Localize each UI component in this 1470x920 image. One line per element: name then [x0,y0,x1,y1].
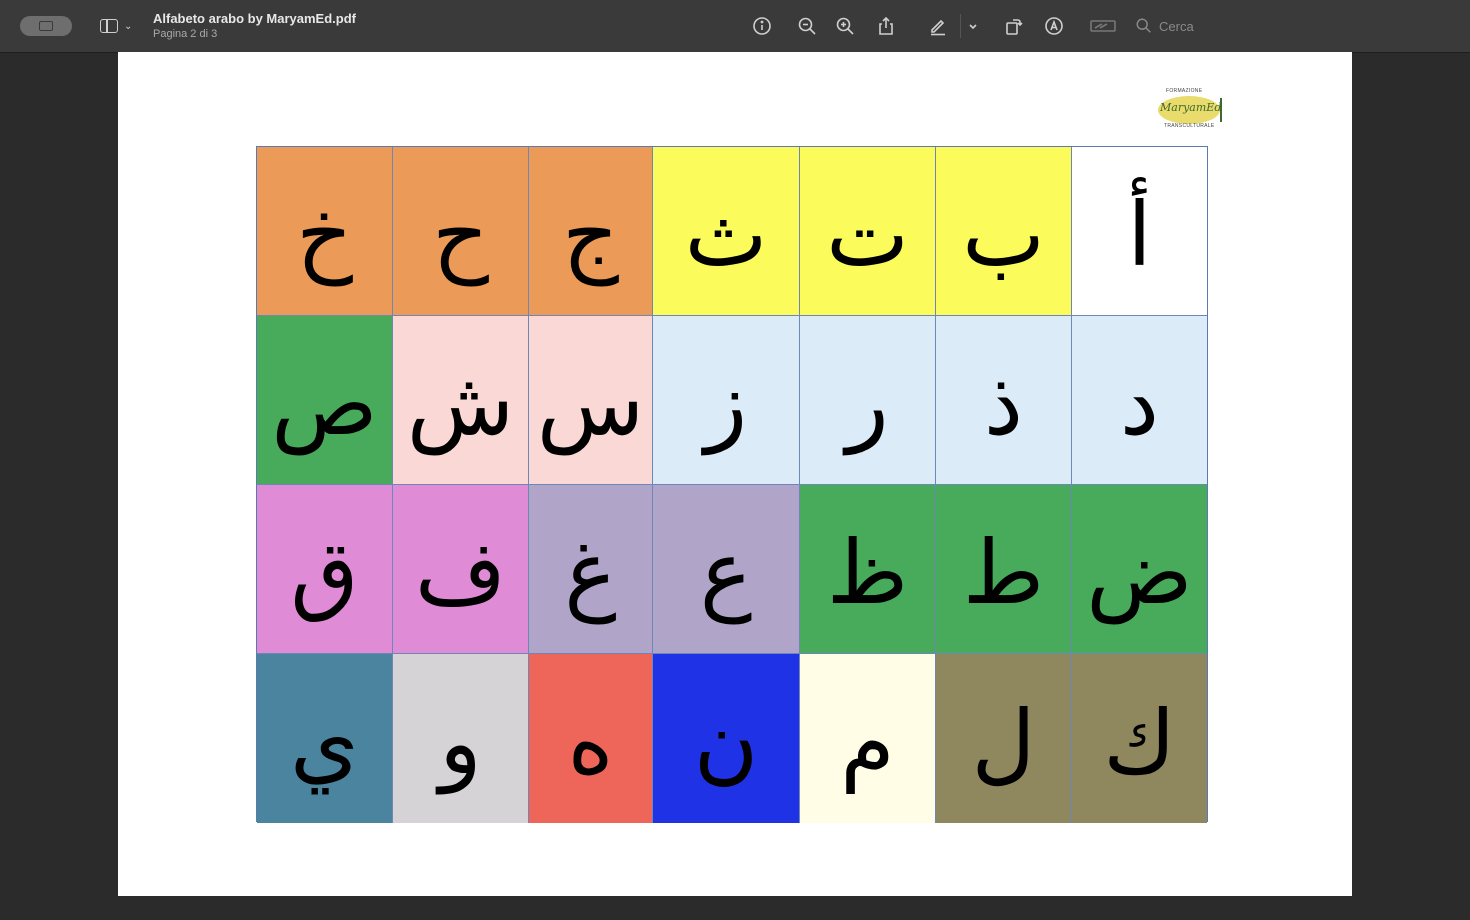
arabic-letter: ط [962,521,1045,624]
letter-cell: ظ [800,485,936,654]
maryamed-logo: FORMAZIONE MaryamEd TRANSCULTURALE [1156,86,1226,132]
letter-cell: غ [529,485,653,654]
letter-cell: ت [800,147,936,316]
letter-cell: ث [653,147,800,316]
letter-cell: ض [1072,485,1207,654]
letter-cell: ع [653,485,800,654]
arabic-letter: ه [567,690,614,794]
letter-cell: أ [1072,147,1207,316]
arabic-letter: و [439,690,482,794]
arabic-letter: ج [562,183,619,286]
letter-cell: ف [393,485,529,654]
arabic-letter: أ [1127,183,1152,286]
letter-cell: ك [1072,654,1207,823]
arabic-letter: ظ [826,521,909,624]
arabic-letter: ح [432,183,489,286]
letter-cell: ه [529,654,653,823]
letter-cell: ق [257,485,393,654]
arabic-letter: ص [271,352,378,455]
letter-cell: ب [936,147,1072,316]
arabic-letter: ث [684,183,768,286]
arabic-letter: ر [846,352,889,455]
pdf-page: FORMAZIONE MaryamEd TRANSCULTURALE خحجثت… [118,52,1352,896]
logo-brand: MaryamEd [1160,101,1222,114]
toolbar: ⌄ Alfabeto arabo by MaryamEd.pdf Pagina … [0,0,1470,53]
letter-cell: و [393,654,529,823]
info-icon[interactable] [751,15,773,37]
letter-cell: ج [529,147,653,316]
search-field[interactable]: Cerca [1135,16,1194,36]
logo-bar [1220,98,1222,122]
letter-cell: خ [257,147,393,316]
arabic-letter: ل [971,690,1036,794]
arabic-letter: ي [290,690,359,794]
arabic-letter: م [840,690,895,794]
document-title-block: Alfabeto arabo by MaryamEd.pdf Pagina 2 … [153,11,356,41]
arabic-alphabet-grid: خحجثتبأ صشسزرذد قفغعظطض يوهنملك [256,146,1208,823]
letter-cell: ح [393,147,529,316]
toolbar-divider [960,14,961,38]
letter-cell: ن [653,654,800,823]
sidebar-icon [100,19,118,33]
letter-cell: ل [936,654,1072,823]
logo-top-text: FORMAZIONE [1166,88,1203,94]
form-fill-icon[interactable] [1090,15,1116,37]
letter-cell: ط [936,485,1072,654]
document-title: Alfabeto arabo by MaryamEd.pdf [153,11,356,26]
arabic-letter: ف [414,521,507,624]
arabic-letter: ق [290,521,359,624]
search-icon [1136,18,1151,33]
zoom-out-icon[interactable] [796,15,818,37]
arabic-letter: س [536,352,645,455]
letter-cell: ص [257,316,393,485]
arabic-letter: ز [704,352,748,455]
letter-cell: س [529,316,653,485]
chevron-down-icon[interactable] [962,15,984,37]
arabic-letter: د [1119,352,1160,455]
zoom-in-icon[interactable] [834,15,856,37]
markup-pen-icon[interactable] [927,15,949,37]
page-indicator: Pagina 2 di 3 [153,28,218,40]
arabic-letter: ع [699,521,753,624]
letter-cell: ر [800,316,936,485]
arabic-letter: غ [564,521,617,624]
sidebar-toggle-button[interactable]: ⌄ [100,16,140,36]
letter-cell: ز [653,316,800,485]
annotate-icon[interactable] [1043,15,1065,37]
arabic-letter: ض [1086,521,1193,624]
letter-cell: ي [257,654,393,823]
arabic-letter: ت [826,183,909,286]
arabic-letter: ب [962,183,1045,286]
arabic-letter: ذ [983,352,1024,455]
search-placeholder: Cerca [1159,18,1194,34]
share-icon[interactable] [875,15,897,37]
arabic-letter: ك [1103,690,1176,794]
letter-cell: ذ [936,316,1072,485]
logo-bottom-text: TRANSCULTURALE [1164,123,1215,129]
letter-cell: ش [393,316,529,485]
letter-cell: د [1072,316,1207,485]
chevron-down-icon: ⌄ [124,20,133,32]
arabic-letter: ن [693,690,759,794]
letter-cell: م [800,654,936,823]
arabic-letter: خ [296,183,353,286]
arabic-letter: ش [406,352,515,455]
window-icon[interactable] [20,16,72,36]
rotate-icon[interactable] [1002,15,1024,37]
